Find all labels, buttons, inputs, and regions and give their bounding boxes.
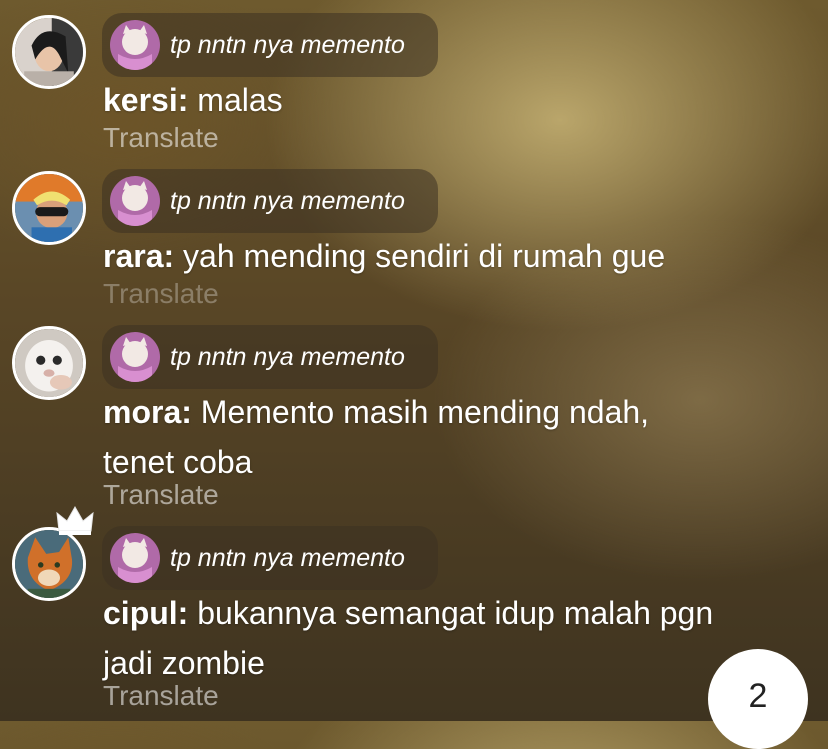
crown-icon xyxy=(55,505,95,537)
username[interactable]: cipul: xyxy=(103,595,188,631)
avatar[interactable] xyxy=(12,326,86,400)
reply-cat-thumbnail xyxy=(110,20,160,70)
message-body: yah mending sendiri di rumah gue xyxy=(183,238,666,274)
reply-quote[interactable]: tp nntn nya memento xyxy=(102,13,438,77)
reply-cat-thumbnail xyxy=(110,332,160,382)
translate-link[interactable]: Translate xyxy=(103,122,219,154)
username[interactable]: rara: xyxy=(103,238,174,274)
message-text: kersi: malas xyxy=(103,75,783,125)
message-body: bukannya semangat idup malah pgn jadi zo… xyxy=(103,595,714,681)
reply-text: tp nntn nya memento xyxy=(170,186,405,215)
message-text: rara: yah mending sendiri di rumah gue xyxy=(103,231,783,281)
reply-text: tp nntn nya memento xyxy=(170,30,405,59)
reply-text: tp nntn nya memento xyxy=(170,342,405,371)
reply-quote[interactable]: tp nntn nya memento xyxy=(102,169,438,233)
message-text: cipul: bukannya semangat idup malah pgn … xyxy=(103,588,753,688)
translate-link[interactable]: Translate xyxy=(103,278,219,310)
avatar[interactable] xyxy=(12,15,86,89)
translate-link[interactable]: Translate xyxy=(103,479,219,511)
message-text: mora: Memento masih mending ndah, tenet … xyxy=(103,387,703,487)
reply-cat-thumbnail xyxy=(110,533,160,583)
reply-text: tp nntn nya memento xyxy=(170,543,405,572)
username[interactable]: mora: xyxy=(103,394,192,430)
reply-quote[interactable]: tp nntn nya memento xyxy=(102,526,438,590)
avatar[interactable] xyxy=(12,527,86,601)
message-body: malas xyxy=(197,82,283,118)
unread-count-badge[interactable]: 2 xyxy=(708,649,808,749)
username[interactable]: kersi: xyxy=(103,82,188,118)
avatar[interactable] xyxy=(12,171,86,245)
reply-cat-thumbnail xyxy=(110,176,160,226)
translate-link[interactable]: Translate xyxy=(103,680,219,712)
reply-quote[interactable]: tp nntn nya memento xyxy=(102,325,438,389)
